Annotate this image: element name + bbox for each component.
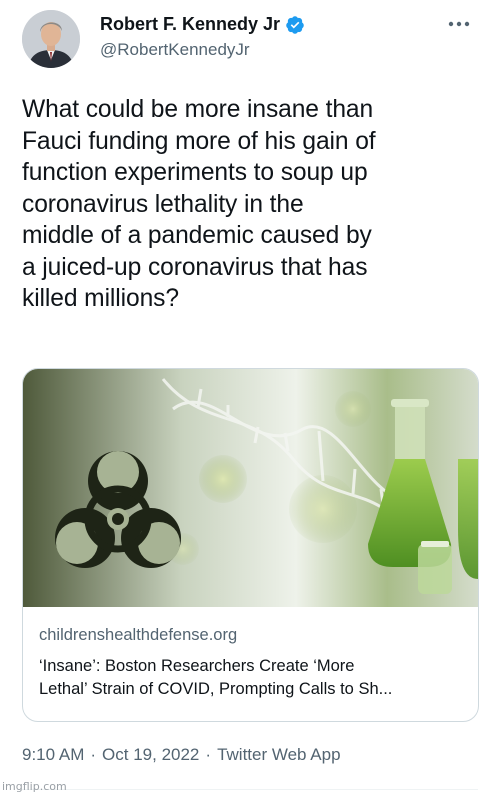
- tweet-date[interactable]: Oct 19, 2022: [102, 745, 199, 764]
- meta-separator: ·: [205, 745, 212, 764]
- link-card-domain: childrenshealthdefense.org: [39, 626, 238, 644]
- divider: [22, 789, 478, 790]
- meta-separator: ·: [90, 745, 97, 764]
- more-horizontal-icon[interactable]: [446, 14, 472, 34]
- tweet-text: What could be more insane than Fauci fun…: [22, 96, 376, 312]
- watermark: imgflip.com: [2, 780, 67, 793]
- tweet: Robert F. Kennedy Jr @RobertKennedyJr Wh…: [0, 0, 500, 798]
- author-display-name[interactable]: Robert F. Kennedy Jr: [100, 14, 280, 35]
- author-name-row: Robert F. Kennedy Jr: [100, 14, 305, 35]
- tweet-time[interactable]: 9:10 AM: [22, 745, 84, 764]
- link-card[interactable]: childrenshealthdefense.org ‘Insane’: Bos…: [22, 368, 479, 722]
- tweet-meta: 9:10 AM · Oct 19, 2022 · Twitter Web App: [22, 745, 341, 765]
- profile-photo-icon: [22, 10, 80, 68]
- tweet-source[interactable]: Twitter Web App: [217, 745, 340, 764]
- link-card-image: [23, 369, 478, 607]
- author-handle[interactable]: @RobertKennedyJr: [100, 40, 250, 60]
- verified-badge-icon: [286, 15, 304, 34]
- link-card-title: ‘Insane’: Boston Researchers Create ‘Mor…: [39, 657, 393, 698]
- avatar[interactable]: [22, 10, 80, 68]
